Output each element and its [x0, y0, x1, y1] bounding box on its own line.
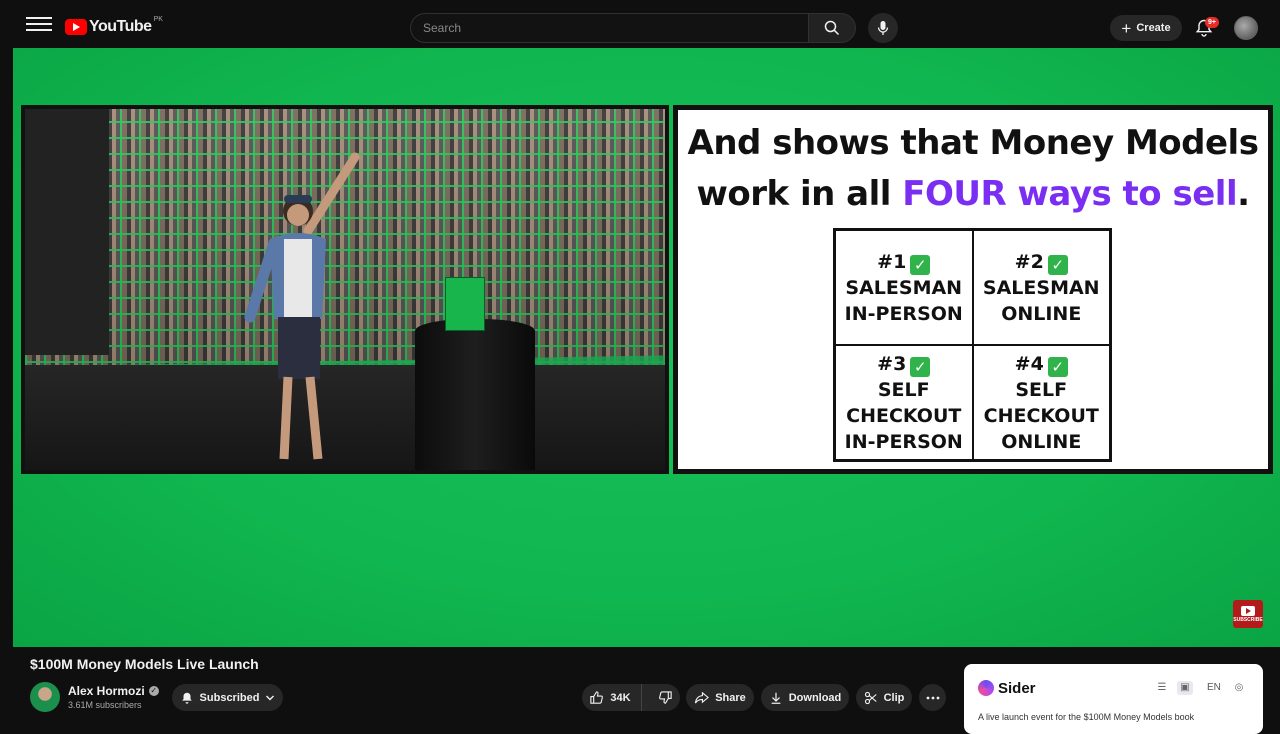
sider-summary-text: A live launch event for the $100M Money … — [978, 712, 1195, 722]
dislike-button[interactable] — [648, 684, 683, 711]
like-dislike-group: 34K — [582, 684, 680, 711]
chevron-down-icon — [266, 695, 275, 700]
stage-camera-view — [21, 105, 669, 474]
clip-button[interactable]: Clip — [856, 684, 912, 711]
bell-ring-icon — [181, 692, 192, 704]
thumbs-down-icon — [658, 691, 672, 704]
subscribed-button[interactable]: Subscribed — [172, 684, 283, 711]
slide-title-line1: And shows that Money Models — [687, 123, 1259, 163]
top-bar: YouTube PK + Create 9+ — [0, 0, 1280, 48]
video-player[interactable]: And shows that Money Models work in all … — [13, 48, 1280, 647]
list-icon[interactable]: ☰ — [1154, 681, 1170, 695]
search-icon — [824, 20, 840, 36]
grid-cell-4: #4 ✓ SELF CHECKOUT ONLINE — [972, 345, 1110, 460]
plus-icon: + — [1121, 18, 1132, 38]
sider-logo-icon — [978, 680, 994, 696]
grid-cell-2: #2 ✓ SALESMAN ONLINE — [972, 230, 1110, 345]
microphone-icon — [877, 21, 889, 35]
subscriber-count: 3.61M subscribers — [68, 700, 142, 710]
country-code: PK — [153, 15, 163, 23]
slide-panel: And shows that Money Models work in all … — [673, 105, 1273, 474]
book-on-table — [445, 277, 485, 331]
download-button[interactable]: Download — [761, 684, 849, 711]
youtube-logo[interactable]: YouTube PK — [65, 15, 163, 36]
channel-avatar[interactable] — [30, 682, 60, 712]
thumbs-up-icon — [590, 691, 604, 704]
slide-title: And shows that Money Models work in all … — [678, 118, 1268, 220]
search-input[interactable] — [423, 21, 808, 35]
checkmark-icon: ✓ — [1047, 254, 1068, 275]
subtitles-icon[interactable]: ▣ — [1177, 681, 1193, 695]
verified-icon: ✓ — [148, 686, 159, 696]
ways-to-sell-grid: #1 ✓ SALESMAN IN-PERSON #2 ✓ SALESMAN ONLI… — [833, 228, 1112, 462]
sider-panel[interactable]: Sider ☰ ▣ EN ◎ A live launch event for t… — [964, 664, 1263, 734]
play-icon — [1241, 605, 1255, 616]
download-icon — [771, 692, 781, 704]
presenter-figure — [244, 152, 360, 460]
checkmark-icon: ✓ — [1047, 356, 1068, 377]
checkmark-icon: ✓ — [910, 356, 931, 377]
language-selector[interactable]: EN — [1207, 682, 1221, 693]
account-avatar[interactable] — [1234, 16, 1258, 40]
like-count: 34K — [610, 691, 631, 704]
share-icon — [695, 691, 710, 704]
youtube-play-icon — [65, 19, 87, 35]
display-table — [415, 319, 535, 470]
sider-name: Sider — [998, 680, 1036, 697]
create-button[interactable]: + Create — [1110, 15, 1182, 41]
slide-title-highlight: FOUR ways to sell — [902, 174, 1238, 214]
more-actions-button[interactable] — [919, 684, 946, 711]
notification-badge: 9+ — [1205, 17, 1219, 28]
voice-search-button[interactable] — [868, 13, 898, 43]
like-button[interactable]: 34K — [579, 684, 642, 711]
checkmark-icon: ✓ — [910, 254, 931, 275]
menu-icon[interactable] — [26, 14, 52, 34]
grid-cell-1: #1 ✓ SALESMAN IN-PERSON — [835, 230, 973, 345]
search-button[interactable] — [808, 13, 856, 43]
dark-screen-panel — [25, 109, 109, 355]
create-label: Create — [1136, 22, 1171, 34]
more-dots-icon — [926, 696, 939, 699]
subscribe-watermark[interactable]: SUBSCRIBE — [1233, 600, 1263, 628]
scissors-icon — [864, 691, 877, 704]
video-title: $100M Money Models Live Launch — [30, 656, 259, 672]
logo-text: YouTube — [89, 18, 152, 35]
settings-icon[interactable]: ◎ — [1231, 681, 1247, 695]
slide-title-line2: work in all FOUR ways to sell. — [696, 174, 1250, 214]
search-box — [410, 13, 808, 43]
grid-cell-3: #3 ✓ SELF CHECKOUT IN-PERSON — [835, 345, 973, 460]
channel-name[interactable]: Alex Hormozi ✓ — [68, 684, 159, 698]
share-button[interactable]: Share — [686, 684, 754, 711]
